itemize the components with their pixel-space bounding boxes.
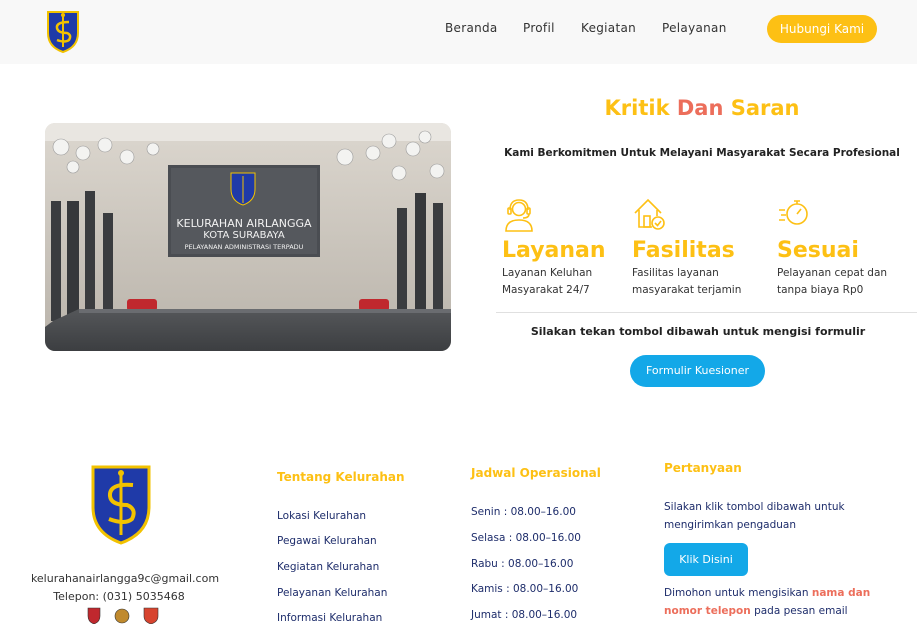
- link-lokasi[interactable]: Lokasi Kelurahan: [277, 510, 366, 522]
- form-instruction: Silakan tekan tombol dibawah untuk mengi…: [530, 325, 866, 338]
- surabaya-crest-logo-footer: [91, 465, 151, 545]
- nav-link-pelayanan[interactable]: Pelayanan: [662, 21, 727, 35]
- feature-desc-2: masyarakat terjamin: [632, 284, 742, 296]
- feature-sesuai: Sesuai Pelayanan cepat dan tanpa biaya R…: [777, 196, 887, 299]
- schedule-item: Jumat : 08.00–16.00: [471, 609, 578, 621]
- feature-layanan: Layanan Layanan Keluhan Masyarakat 24/7: [502, 196, 606, 299]
- nav-link-profil[interactable]: Profil: [523, 21, 555, 35]
- questions-text-2: mengirimkan pengaduan: [664, 519, 796, 531]
- contact-us-button[interactable]: Hubungi Kami: [767, 15, 877, 43]
- sign-line-3: PELAYANAN ADMINISTRASI TERPADU: [185, 243, 304, 251]
- link-kegiatan[interactable]: Kegiatan Kelurahan: [277, 561, 379, 573]
- nav-link-beranda[interactable]: Beranda: [445, 21, 498, 35]
- link-pegawai[interactable]: Pegawai Kelurahan: [277, 535, 377, 547]
- schedule-item: Selasa : 08.00–16.00: [471, 532, 581, 544]
- nav-link-kegiatan[interactable]: Kegiatan: [581, 21, 636, 35]
- customer-service-icon: [505, 199, 533, 232]
- feature-desc-2: Masyarakat 24/7: [502, 284, 590, 296]
- questions-heading: Pertanyaan: [664, 461, 742, 475]
- questions-note: Dimohon untuk mengisikan nama dan nomor …: [664, 587, 871, 617]
- questionnaire-form-button[interactable]: Formulir Kuesioner: [630, 355, 765, 387]
- schedule-heading: Jadwal Operasional: [471, 466, 601, 480]
- feature-desc-1: Fasilitas layanan: [632, 267, 719, 279]
- feature-name: Sesuai: [777, 238, 859, 263]
- office-lobby-photo: KELURAHAN AIRLANGGA KOTA SURABAYA PELAYA…: [45, 123, 451, 351]
- stopwatch-fast-icon: [779, 200, 808, 225]
- section-subtitle: Kami Berkomitmen Untuk Melayani Masyarak…: [504, 147, 900, 159]
- feature-name: Layanan: [502, 238, 606, 263]
- link-informasi[interactable]: Informasi Kelurahan: [277, 612, 382, 624]
- navbar: Beranda Profil Kegiatan Pelayanan Hubung…: [0, 0, 917, 64]
- click-here-button[interactable]: Klik Disini: [664, 543, 748, 576]
- feature-desc-2: tanpa biaya Rp0: [777, 284, 864, 296]
- schedule-item: Kamis : 08.00–16.00: [471, 583, 579, 595]
- about-heading: Tentang Kelurahan: [277, 470, 405, 484]
- link-pelayanan[interactable]: Pelayanan Kelurahan: [277, 587, 387, 599]
- feature-desc-1: Pelayanan cepat dan: [777, 267, 888, 279]
- feature-name: Fasilitas: [632, 238, 735, 263]
- questions-text-1: Silakan klik tombol dibawah untuk: [664, 501, 845, 513]
- institution-badges: [87, 607, 159, 624]
- footer-phone: Telepon: (031) 5035468: [53, 590, 185, 603]
- footer-email[interactable]: kelurahanairlangga9c@gmail.com: [0, 572, 250, 585]
- sign-line-2: KOTA SURABAYA: [203, 230, 285, 241]
- feature-fasilitas: Fasilitas Fasilitas layanan masyarakat t…: [632, 196, 741, 299]
- schedule-item: Rabu : 08.00–16.00: [471, 558, 574, 570]
- feature-desc-1: Layanan Keluhan: [502, 267, 593, 279]
- section-divider: [496, 312, 917, 313]
- sign-line-1: KELURAHAN AIRLANGGA: [176, 217, 312, 230]
- surabaya-crest-logo[interactable]: [45, 9, 81, 53]
- schedule-item: Senin : 08.00–16.00: [471, 506, 576, 518]
- section-title: Kritik Dan Saran: [604, 96, 800, 120]
- house-check-icon: [634, 198, 665, 230]
